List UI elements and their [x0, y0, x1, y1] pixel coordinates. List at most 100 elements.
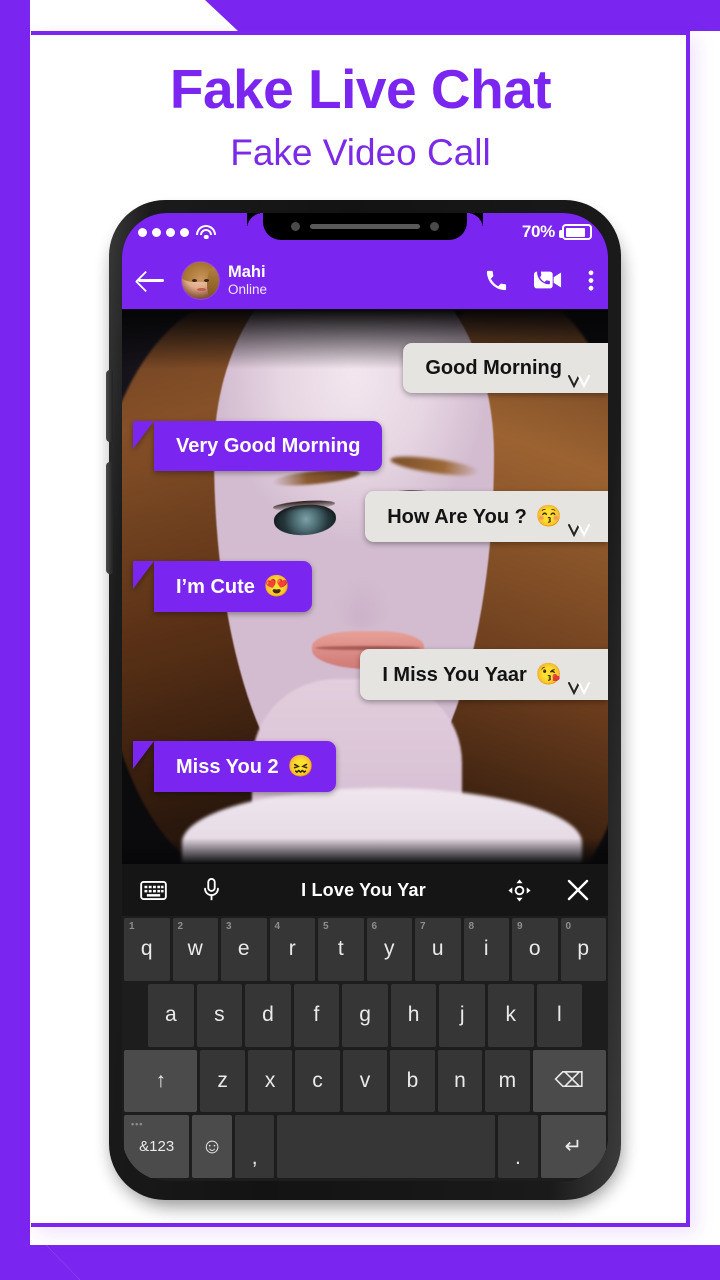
- message-text: Very Good Morning: [176, 435, 361, 457]
- chat-bubble-outgoing[interactable]: Very Good Morning: [132, 421, 383, 471]
- message-text: How Are You ?: [387, 505, 527, 528]
- battery-icon: [558, 224, 592, 240]
- phone-screen: 70% Mahi Online Good Morning Very Good M…: [122, 213, 608, 1181]
- status-bar-right: 70%: [522, 222, 592, 242]
- page-title: Fake Live Chat: [169, 58, 552, 120]
- read-receipt-icon: [568, 524, 594, 537]
- key-number-hint: 6: [371, 921, 378, 932]
- phone-notch: [247, 213, 467, 240]
- backspace-key[interactable]: ⌫: [532, 1049, 607, 1113]
- key-q[interactable]: 1q: [124, 918, 170, 981]
- key-r[interactable]: 4r: [269, 918, 315, 981]
- chat-header-actions: [485, 269, 594, 292]
- message-text: I’m Cute: [176, 575, 255, 598]
- key-number-hint: 4: [274, 921, 281, 932]
- chat-bubble-incoming[interactable]: I Miss You Yaar 😘: [360, 649, 608, 700]
- keyboard-row-1: 1q 2w 3e 4r 5t 6y 7u 8i 9o 0p: [122, 918, 608, 984]
- bubble-layer: Good Morning Very Good Morning How Are Y…: [122, 309, 608, 864]
- key-s[interactable]: s: [196, 983, 243, 1047]
- key-number-hint: 8: [468, 921, 475, 932]
- microphone-icon[interactable]: [203, 878, 220, 902]
- proximity-sensor-icon: [430, 222, 439, 231]
- key-number-hint: 5: [323, 921, 329, 932]
- key-number-hint: 7: [420, 921, 426, 932]
- space-key[interactable]: [277, 1115, 496, 1178]
- message-emoji: 😚: [535, 505, 562, 528]
- key-t[interactable]: 5t: [318, 918, 364, 981]
- key-number-hint: 1: [129, 921, 135, 932]
- overflow-menu-icon[interactable]: [588, 269, 594, 292]
- cursor-move-icon[interactable]: [507, 878, 532, 903]
- frame-band-top: [0, 0, 720, 31]
- phone-side-button-bottom[interactable]: [106, 462, 113, 574]
- key-h[interactable]: h: [390, 983, 437, 1047]
- enter-key[interactable]: ↵: [540, 1115, 606, 1178]
- earpiece-speaker: [310, 224, 420, 229]
- chat-bubble-incoming[interactable]: Good Morning: [403, 343, 608, 393]
- keyboard-suggestion-text[interactable]: I Love You Yar: [220, 880, 507, 901]
- chat-message-list[interactable]: Good Morning Very Good Morning How Are Y…: [122, 309, 608, 864]
- key-number-hint: 3: [226, 921, 232, 932]
- keyboard-row-4: ••• &123 ☺ , . ↵: [122, 1115, 608, 1181]
- key-o[interactable]: 9o: [512, 918, 558, 981]
- key-z[interactable]: z: [200, 1049, 245, 1113]
- key-c[interactable]: c: [295, 1049, 340, 1113]
- keyboard-row-3: ↑ z x c v b n m ⌫: [122, 1049, 608, 1116]
- message-text: I Miss You Yaar: [382, 663, 527, 686]
- message-emoji: 😖: [287, 755, 314, 778]
- poster-headings: Fake Live Chat Fake Video Call: [31, 55, 690, 179]
- chat-bubble-outgoing[interactable]: Miss You 2 😖: [133, 741, 336, 792]
- message-text: Good Morning: [425, 357, 562, 379]
- front-camera-icon: [291, 222, 300, 231]
- key-v[interactable]: v: [342, 1049, 388, 1113]
- key-n[interactable]: n: [437, 1049, 483, 1113]
- key-d[interactable]: d: [245, 983, 291, 1047]
- back-arrow-icon[interactable]: [136, 268, 166, 292]
- symbols-key-dots: •••: [131, 1119, 144, 1130]
- chat-header: Mahi Online: [122, 251, 608, 309]
- symbols-key[interactable]: ••• &123: [124, 1115, 190, 1178]
- keyboard-toolbar: I Love You Yar: [122, 864, 608, 916]
- key-y[interactable]: 6y: [366, 918, 412, 981]
- message-emoji: 😘: [535, 663, 562, 686]
- key-x[interactable]: x: [247, 1049, 293, 1113]
- avatar[interactable]: [182, 261, 219, 299]
- key-u[interactable]: 7u: [415, 918, 461, 981]
- chat-bubble-incoming[interactable]: How Are You ? 😚: [365, 491, 608, 542]
- key-b[interactable]: b: [390, 1049, 435, 1113]
- key-m[interactable]: m: [485, 1049, 530, 1113]
- frame-band-left: [0, 0, 30, 1280]
- wifi-icon: [196, 224, 216, 240]
- key-g[interactable]: g: [342, 983, 388, 1047]
- close-icon[interactable]: [566, 878, 590, 902]
- key-f[interactable]: f: [293, 983, 340, 1047]
- read-receipt-icon: [568, 682, 594, 695]
- keyboard-icon[interactable]: [140, 880, 167, 900]
- key-p[interactable]: 0p: [560, 918, 606, 981]
- key-i[interactable]: 8i: [463, 918, 509, 981]
- key-number-hint: 0: [565, 921, 572, 932]
- key-a[interactable]: a: [148, 983, 194, 1047]
- key-number-hint: 2: [177, 921, 184, 932]
- emoji-key[interactable]: ☺: [192, 1115, 232, 1178]
- video-call-icon[interactable]: [534, 269, 562, 291]
- shift-key[interactable]: ↑: [124, 1049, 198, 1113]
- message-emoji: 😍: [263, 575, 291, 598]
- key-w[interactable]: 2w: [172, 918, 218, 981]
- phone-side-button-top[interactable]: [106, 370, 113, 442]
- key-j[interactable]: j: [439, 983, 485, 1047]
- key-l[interactable]: l: [536, 983, 583, 1047]
- key-number-hint: 9: [517, 921, 523, 932]
- period-key[interactable]: .: [498, 1115, 538, 1178]
- contact-name: Mahi: [228, 263, 266, 282]
- keyboard-row-2: a s d f g h j k l: [122, 983, 608, 1050]
- status-bar-left: [138, 224, 216, 240]
- phone-call-icon[interactable]: [485, 269, 508, 292]
- comma-key[interactable]: ,: [234, 1115, 275, 1178]
- battery-percent-label: 70%: [521, 222, 555, 241]
- chat-bubble-outgoing[interactable]: I’m Cute 😍: [132, 561, 313, 612]
- key-k[interactable]: k: [487, 983, 534, 1047]
- key-e[interactable]: 3e: [221, 918, 267, 981]
- signal-dots-icon: [138, 227, 189, 237]
- message-text: Miss You 2: [176, 755, 279, 778]
